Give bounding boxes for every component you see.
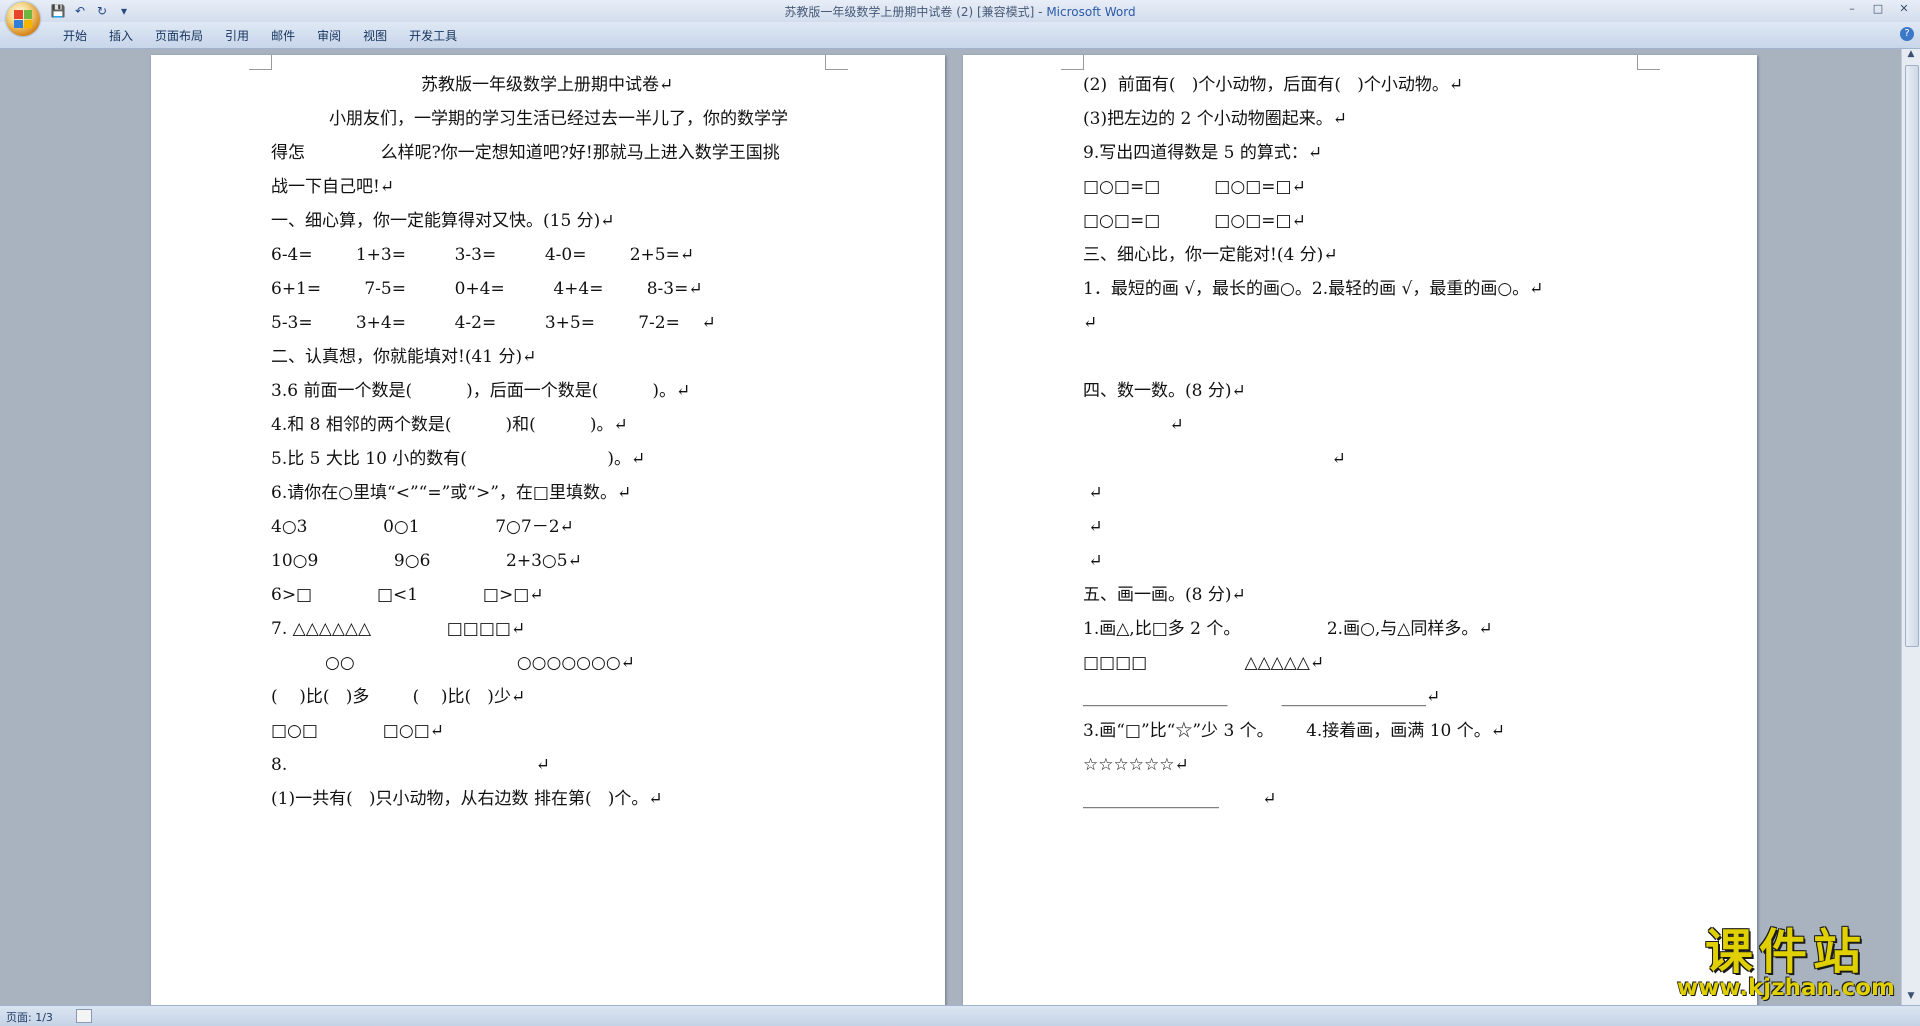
scroll-up-icon[interactable]: ▲ — [1902, 49, 1920, 63]
ribbon-tabs: 开始 插入 页面布局 引用 邮件 审阅 视图 开发工具 — [52, 28, 468, 44]
doc-line: 3.6 前面一个数是( )，后面一个数是( )。↵ — [271, 381, 691, 401]
doc-line: 4○3 0○1 7○7－2↵ — [271, 517, 574, 537]
doc-line: ( )比( )多 ( )比( )少↵ — [271, 687, 526, 707]
doc-line: 1．最短的画 √，最长的画○。2.最轻的画 √，最重的画○。↵ — [1083, 279, 1544, 299]
scroll-down-icon[interactable]: ▼ — [1902, 991, 1920, 1005]
margin-corner-mark — [1061, 55, 1084, 70]
doc-title: 苏教版一年级数学上册期中试卷↵ — [421, 75, 674, 95]
doc-line: 7. △△△△△△ □□□□↵ — [271, 619, 526, 639]
doc-line: □○□=□ □○□=□↵ — [1083, 177, 1306, 197]
doc-line: 9.写出四道得数是 5 的算式：↵ — [1083, 143, 1323, 163]
page-counter[interactable]: 页面: 1/3 — [6, 1009, 53, 1025]
doc-line: ↵ — [1083, 483, 1103, 503]
doc-line: 五、画一画。(8 分)↵ — [1083, 585, 1246, 605]
doc-line: 6+1= 7-5= 0+4= 4+4= 8-3=↵ — [271, 279, 703, 299]
doc-line: 6>□ □<1 □>□↵ — [271, 585, 544, 605]
doc-line: ↵ — [1083, 551, 1103, 571]
window-title: 苏教版一年级数学上册期中试卷 (2) [兼容模式] - Microsoft Wo… — [784, 5, 1136, 19]
tab-developer[interactable]: 开发工具 — [398, 28, 468, 44]
redo-icon[interactable]: ↻ — [94, 3, 110, 19]
maximize-button[interactable]: □ — [1866, 1, 1890, 17]
doc-line: 10○9 9○6 2+3○5↵ — [271, 551, 582, 571]
doc-line: ○○ ○○○○○○○↵ — [271, 653, 635, 673]
undo-icon[interactable]: ↶ — [72, 3, 88, 19]
doc-line: 4.和 8 相邻的两个数是( )和( )。↵ — [271, 415, 628, 435]
tab-mailings[interactable]: 邮件 — [260, 28, 306, 44]
doc-line: 得怎 么样呢?你一定想知道吧?好!那就马上进入数学王国挑 — [271, 143, 780, 163]
office-logo-icon — [14, 10, 32, 28]
watermark-logo: 课件站 www.kjzhan.com — [1670, 925, 1902, 1005]
doc-line: ↵ — [1083, 449, 1346, 469]
save-icon[interactable]: 💾 — [50, 3, 66, 19]
doc-line: 三、细心比，你一定能对!(4 分)↵ — [1083, 245, 1338, 265]
watermark-url: www.kjzhan.com — [1677, 975, 1895, 1001]
doc-line: 5-3= 3+4= 4-2= 3+5= 7-2= ↵ — [271, 313, 716, 333]
tab-review[interactable]: 审阅 — [306, 28, 352, 44]
doc-line: ↵ — [1083, 517, 1103, 537]
doc-line: ☆☆☆☆☆☆↵ — [1083, 755, 1189, 775]
help-icon[interactable]: ? — [1900, 27, 1914, 41]
window-controls: – □ ✕ — [1840, 1, 1916, 17]
vertical-scrollbar[interactable]: ▲ ▼ — [1901, 49, 1920, 1005]
doc-line: 一、细心算，你一定能算得对又快。(15 分)↵ — [271, 211, 615, 231]
minimize-button[interactable]: – — [1840, 1, 1864, 17]
doc-line: 1.画△,比□多 2 个。 2.画○,与△同样多。↵ — [1083, 619, 1493, 639]
doc-line: □○□=□ □○□=□↵ — [1083, 211, 1306, 231]
doc-line: ________________ ↵ — [1083, 789, 1277, 809]
doc-line: (3)把左边的 2 个小动物圈起来。↵ — [1083, 109, 1347, 129]
doc-line: 5.比 5 大比 10 小的数有( )。↵ — [271, 449, 646, 469]
close-button[interactable]: ✕ — [1892, 1, 1916, 17]
tab-insert[interactable]: 插入 — [98, 28, 144, 44]
doc-line: □○□ □○□↵ — [271, 721, 445, 741]
doc-line: 8. ↵ — [271, 755, 551, 775]
doc-line: □□□□ △△△△△↵ — [1083, 653, 1325, 673]
doc-line: 四、数一数。(8 分)↵ — [1083, 381, 1246, 401]
doc-line: (1)一共有( )只小动物，从右边数 排在第( )个。↵ — [271, 789, 663, 809]
office-button[interactable] — [6, 2, 40, 36]
doc-line: (2) 前面有( )个小动物，后面有( )个小动物。↵ — [1083, 75, 1464, 95]
doc-line: 战一下自己吧!↵ — [271, 177, 395, 197]
doc-line: 6.请你在○里填“<”“=”或“>”，在□里填数。↵ — [271, 483, 632, 503]
tab-home[interactable]: 开始 — [52, 28, 98, 44]
document-workspace[interactable]: 苏教版一年级数学上册期中试卷↵ 小朋友们，一学期的学习生活已经过去一半儿了，你的… — [0, 49, 1902, 1005]
margin-corner-mark — [1637, 55, 1660, 70]
tab-view[interactable]: 视图 — [352, 28, 398, 44]
ribbon-bar: 开始 插入 页面布局 引用 邮件 审阅 视图 开发工具 ? — [0, 22, 1920, 49]
title-bar: 苏教版一年级数学上册期中试卷 (2) [兼容模式] - Microsoft Wo… — [0, 0, 1920, 23]
proofing-icon[interactable] — [76, 1009, 92, 1023]
doc-line: 小朋友们，一学期的学习生活已经过去一半儿了，你的数学学 — [329, 109, 788, 129]
status-bar: 页面: 1/3 — [0, 1005, 1920, 1026]
doc-line: ↵ — [1083, 415, 1184, 435]
doc-line: 二、认真想，你就能填对!(41 分)↵ — [271, 347, 537, 367]
watermark-title: 课件站 — [1704, 924, 1867, 980]
tab-page-layout[interactable]: 页面布局 — [144, 28, 214, 44]
margin-corner-mark — [249, 55, 272, 70]
quick-access-toolbar: 💾 ↶ ↻ ▾ — [50, 2, 132, 20]
tab-references[interactable]: 引用 — [214, 28, 260, 44]
scrollbar-thumb[interactable] — [1905, 65, 1919, 647]
margin-corner-mark — [825, 55, 848, 70]
page-2[interactable]: (2) 前面有( )个小动物，后面有( )个小动物。↵ (3)把左边的 2 个小… — [963, 55, 1757, 1005]
doc-line: ↵ — [1083, 313, 1098, 333]
page-1[interactable]: 苏教版一年级数学上册期中试卷↵ 小朋友们，一学期的学习生活已经过去一半儿了，你的… — [151, 55, 945, 1005]
doc-line: 3.画“□”比“☆”少 3 个。 4.接着画，画满 10 个。↵ — [1083, 721, 1505, 741]
customize-qat-icon[interactable]: ▾ — [116, 3, 132, 19]
doc-line: _________________ _________________↵ — [1083, 687, 1441, 707]
doc-line: 6-4= 1+3= 3-3= 4-0= 2+5=↵ — [271, 245, 695, 265]
